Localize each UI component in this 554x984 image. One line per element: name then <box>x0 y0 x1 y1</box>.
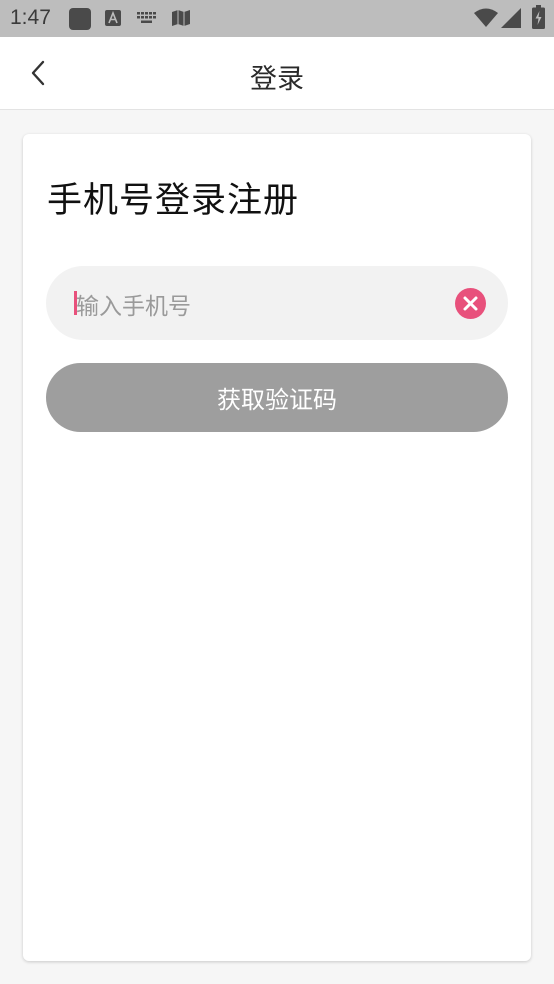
get-code-button[interactable]: 获取验证码 <box>46 363 508 432</box>
app-square-icon <box>69 8 91 30</box>
status-time: 1:47 <box>10 6 51 29</box>
app-bar: 登录 <box>0 37 554 110</box>
phone-input-placeholder: 输入手机号 <box>76 294 191 320</box>
login-card: 手机号登录注册 输入手机号 获取验证码 <box>23 134 531 961</box>
phone-input[interactable]: 输入手机号 <box>46 266 508 340</box>
card-title: 手机号登录注册 <box>47 181 300 221</box>
battery-charging-icon <box>532 5 545 29</box>
page-title: 登录 <box>250 64 304 95</box>
keyboard-icon <box>137 12 156 23</box>
map-icon <box>172 10 190 26</box>
font-a-icon <box>105 10 121 26</box>
clear-x-icon[interactable] <box>455 288 486 319</box>
wifi-icon <box>474 8 498 27</box>
status-bar: 1:47 <box>0 0 554 37</box>
cell-signal-icon <box>501 8 521 28</box>
